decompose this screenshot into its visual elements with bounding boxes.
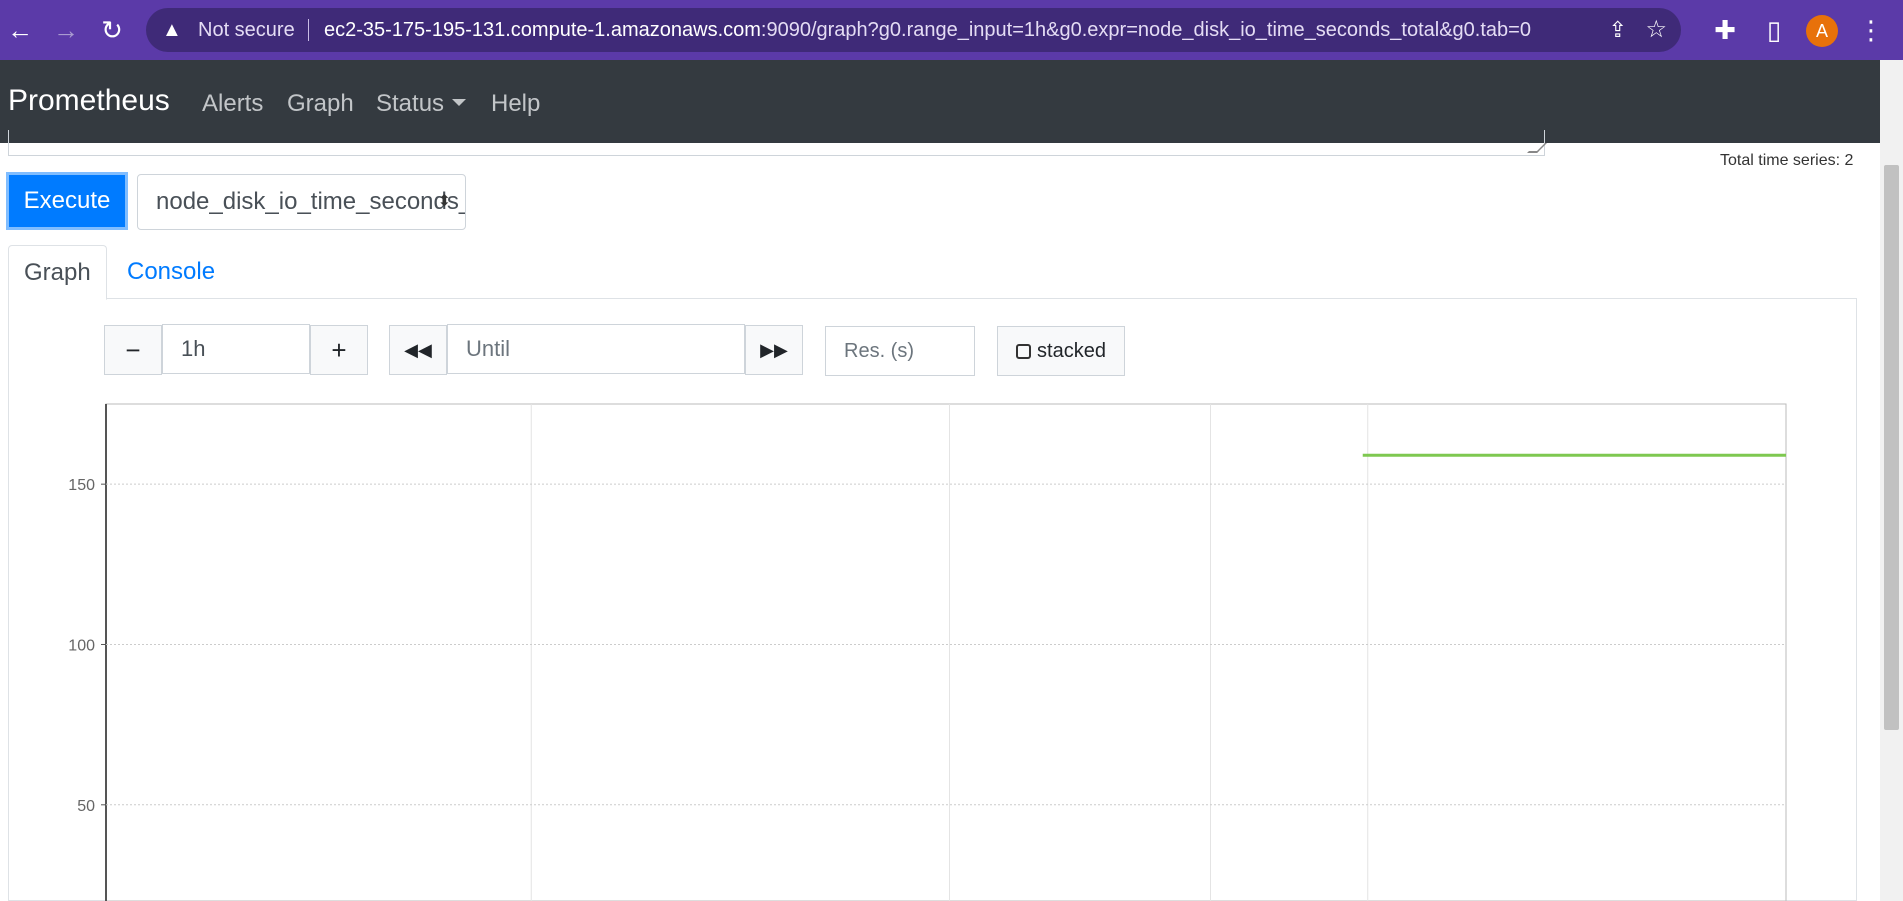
nav-graph[interactable]: Graph bbox=[287, 90, 354, 118]
security-label: Not secure bbox=[198, 19, 295, 41]
stacked-toggle-button[interactable]: stacked bbox=[997, 326, 1125, 376]
url-host: ec2-35-175-195-131.compute-1.amazonaws.c… bbox=[324, 19, 761, 41]
range-decrease-button[interactable]: − bbox=[104, 325, 162, 375]
nav-help[interactable]: Help bbox=[491, 90, 540, 118]
divider bbox=[308, 19, 309, 41]
address-bar[interactable]: ▲ Not secure ec2-35-175-195-131.compute-… bbox=[146, 8, 1681, 52]
extensions-puzzle-icon[interactable]: ✚ bbox=[1707, 12, 1743, 48]
side-panel-icon[interactable]: ▯ bbox=[1756, 12, 1792, 48]
nav-status[interactable]: Status bbox=[376, 90, 467, 118]
range-input[interactable]: 1h bbox=[162, 324, 310, 374]
nav-alerts[interactable]: Alerts bbox=[202, 90, 263, 118]
stacked-label: stacked bbox=[1037, 340, 1106, 362]
select-arrows-icon: ⬍ bbox=[437, 193, 451, 210]
brand-logo[interactable]: Prometheus bbox=[8, 84, 170, 118]
metric-select-value: node_disk_io_time_seconds_total bbox=[156, 188, 465, 215]
tab-graph[interactable]: Graph bbox=[8, 245, 107, 300]
reload-icon[interactable]: ↻ bbox=[94, 12, 130, 48]
bookmark-star-icon[interactable]: ☆ bbox=[1645, 8, 1667, 52]
nav-status-label: Status bbox=[376, 90, 445, 117]
time-forward-button[interactable]: ▶▶ bbox=[745, 325, 803, 375]
browser-toolbar: ← → ↻ ▲ Not secure ec2-35-175-195-131.co… bbox=[0, 0, 1903, 60]
time-back-button[interactable]: ◀◀ bbox=[389, 325, 447, 375]
menu-dots-icon[interactable]: ⋮ bbox=[1853, 12, 1889, 48]
graph-panel: − 1h + ◀◀ Until ▶▶ Res. (s) stacked bbox=[8, 298, 1857, 901]
resize-handle-icon[interactable] bbox=[1527, 143, 1547, 153]
resolution-input[interactable]: Res. (s) bbox=[825, 326, 975, 376]
url-path: :9090/graph?g0.range_input=1h&g0.expr=no… bbox=[760, 19, 1531, 41]
tab-console[interactable]: Console bbox=[112, 245, 230, 300]
scrollbar-thumb[interactable] bbox=[1884, 165, 1899, 730]
warning-icon: ▲ bbox=[162, 19, 182, 41]
query-stats: Total time series: 2 bbox=[1720, 152, 1854, 169]
tab-bar: Graph Console bbox=[8, 245, 1857, 300]
forward-arrow-icon[interactable]: → bbox=[48, 12, 84, 48]
checkbox-icon bbox=[1016, 344, 1032, 359]
avatar[interactable]: A bbox=[1806, 15, 1838, 47]
back-arrow-icon[interactable]: ← bbox=[2, 12, 38, 48]
page-scrollbar[interactable] bbox=[1880, 60, 1903, 901]
expression-input[interactable] bbox=[8, 130, 1547, 156]
metric-select[interactable]: node_disk_io_time_seconds_total ⬍ bbox=[137, 174, 466, 230]
chevron-down-icon bbox=[452, 99, 467, 106]
range-increase-button[interactable]: + bbox=[310, 325, 368, 375]
share-icon[interactable]: ⇪ bbox=[1609, 8, 1627, 52]
execute-button[interactable]: Execute bbox=[6, 172, 128, 230]
url-text: ec2-35-175-195-131.compute-1.amazonaws.c… bbox=[324, 8, 1531, 52]
until-input[interactable]: Until bbox=[447, 324, 745, 374]
